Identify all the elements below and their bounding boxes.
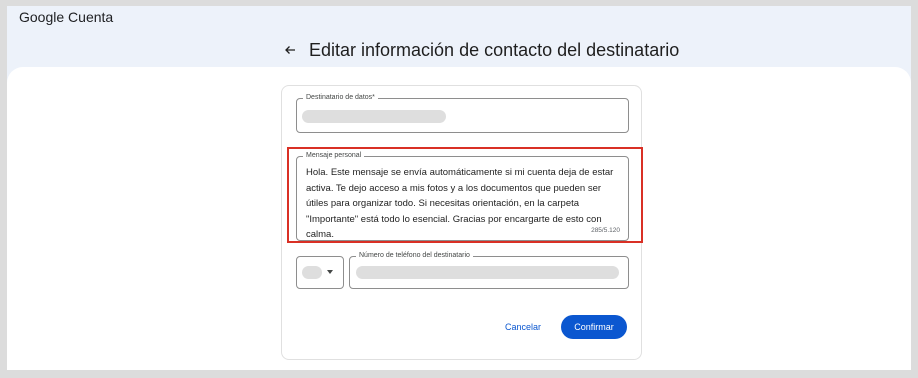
- brand-google: Google: [19, 9, 65, 25]
- personal-message-field[interactable]: Mensaje personal Hola. Este mensaje se e…: [296, 151, 629, 243]
- personal-message-text[interactable]: Hola. Este mensaje se envía automáticame…: [306, 165, 624, 243]
- recipient-field[interactable]: Destinatario de datos*: [296, 93, 629, 133]
- app-window: Google Cuenta Editar información de cont…: [7, 6, 911, 370]
- cancel-button[interactable]: Cancelar: [497, 318, 549, 336]
- phone-number-label: Número de teléfono del destinatario: [356, 251, 473, 260]
- recipient-value-redacted: [302, 110, 446, 123]
- brand-logo[interactable]: Google Cuenta: [19, 8, 113, 26]
- phone-number-field[interactable]: Número de teléfono del destinatario: [349, 251, 629, 289]
- page-title: Editar información de contacto del desti…: [309, 39, 680, 60]
- confirm-button[interactable]: Confirmar: [561, 315, 627, 339]
- recipient-field-label: Destinatario de datos*: [303, 93, 378, 102]
- character-counter: 285/5.120: [591, 227, 620, 234]
- brand-product: Cuenta: [68, 9, 114, 25]
- phone-number-redacted: [356, 266, 619, 279]
- caret-down-icon: [327, 270, 333, 274]
- country-flag-redacted: [302, 266, 322, 279]
- personal-message-label: Mensaje personal: [303, 151, 365, 160]
- country-code-select[interactable]: [296, 256, 344, 289]
- page-header: Editar información de contacto del desti…: [281, 38, 679, 62]
- arrow-left-icon[interactable]: [281, 41, 299, 59]
